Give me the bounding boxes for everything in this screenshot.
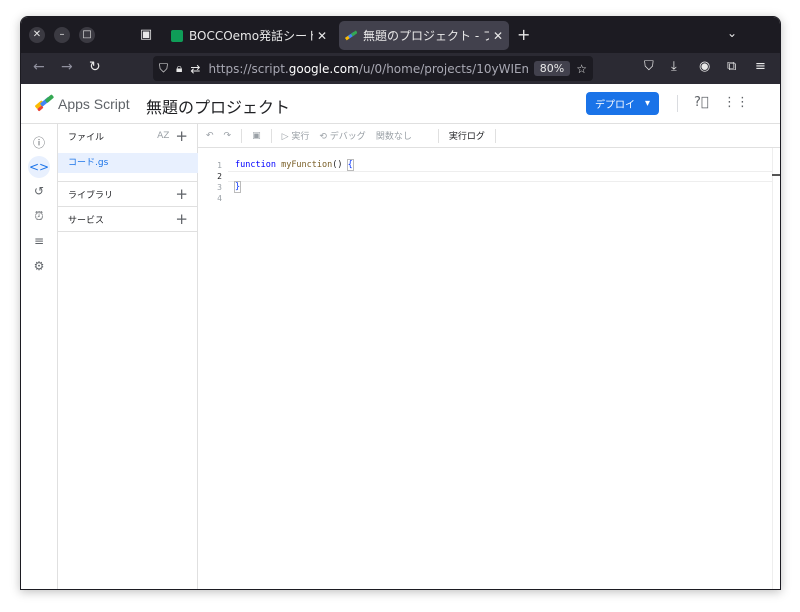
add-service-icon[interactable]: + xyxy=(175,210,188,228)
keyword-token: function xyxy=(235,160,276,170)
pocket-icon[interactable]: ⛉ xyxy=(644,59,654,74)
toolbar-divider xyxy=(270,128,272,143)
editor-scrollbar[interactable] xyxy=(772,148,780,589)
files-header: ファイル AZ + xyxy=(58,124,198,148)
add-file-icon[interactable]: + xyxy=(175,127,188,145)
sheets-favicon-icon xyxy=(171,29,183,42)
window-maximize-icon[interactable]: □ xyxy=(79,27,95,43)
back-icon[interactable]: ← xyxy=(33,59,45,75)
divider xyxy=(58,231,198,232)
debug-button[interactable]: ⟲ デバッグ xyxy=(319,129,365,142)
libraries-header: ライブラリ + xyxy=(58,182,198,206)
help-icon[interactable]: ?⃝ xyxy=(694,95,709,110)
tab-list-chevron-icon[interactable]: ⌄ xyxy=(727,26,737,40)
line-number: 1 xyxy=(217,161,222,170)
forward-icon[interactable]: → xyxy=(61,59,73,75)
download-icon[interactable]: ⤓ xyxy=(671,59,677,74)
execution-log-button[interactable]: 実行ログ xyxy=(449,129,485,142)
line-number: 2 xyxy=(217,172,222,181)
redo-icon[interactable]: ↷ xyxy=(224,131,232,141)
code-line-3: } xyxy=(233,181,353,193)
line-number-gutter: 1 2 3 4 xyxy=(198,160,222,204)
function-name-token: myFunction xyxy=(281,160,333,170)
services-header-label: サービス xyxy=(68,215,105,226)
project-title[interactable]: 無題のプロジェクト xyxy=(146,94,290,118)
deploy-label: デプロイ xyxy=(594,100,635,111)
libraries-header-label: ライブラリ xyxy=(68,190,114,201)
open-brace-token: { xyxy=(346,159,354,171)
app-header: Apps Script 無題のプロジェクト デプロイ ▾ ?⃝ ⋮⋮ xyxy=(21,84,780,124)
scrollbar-cursor-marker xyxy=(772,174,780,176)
sort-az-icon[interactable]: AZ xyxy=(157,131,169,141)
header-divider xyxy=(677,95,678,112)
tab-bar: ✕ – □ ▣ BOCCOemo発話シート - G ✕ 無題のプロジェクト - … xyxy=(21,17,780,53)
run-button[interactable]: ▷ 実行 xyxy=(282,129,310,142)
line-number: 4 xyxy=(217,194,222,203)
add-library-icon[interactable]: + xyxy=(175,185,188,203)
files-header-label: ファイル xyxy=(68,132,105,143)
code-icon[interactable]: <> xyxy=(28,156,50,178)
window-minimize-icon[interactable]: – xyxy=(54,27,70,43)
menu-icon[interactable]: ≡ xyxy=(755,59,766,74)
file-item-code-gs[interactable]: コード.gs xyxy=(58,153,198,173)
caret-down-icon: ▾ xyxy=(644,98,651,109)
shield-icon[interactable]: ⛉ xyxy=(159,61,168,76)
zoom-badge[interactable]: 80% xyxy=(533,61,571,76)
toolbar-divider xyxy=(241,128,243,143)
toolbar-divider xyxy=(494,128,496,143)
undo-icon[interactable]: ↶ xyxy=(206,131,214,141)
tab-close-icon[interactable]: ✕ xyxy=(493,29,503,43)
save-icon[interactable]: ▣ xyxy=(252,131,261,141)
left-rail: ⓘ <> ↺ ⏰︎ ≡ ⚙ xyxy=(21,124,58,589)
function-select[interactable]: 関数なし xyxy=(376,129,412,142)
tab-title: BOCCOemo発話シート - G xyxy=(189,29,313,43)
history-icon[interactable]: ↺ xyxy=(28,180,50,202)
bookmark-star-icon[interactable]: ☆ xyxy=(576,62,587,76)
code-text[interactable]: function myFunction() { } xyxy=(233,159,354,204)
nav-bar: ← → ↻ ⛉ 🔒︎ ⇄ https://script.google.com/u… xyxy=(21,53,780,84)
apps-grid-icon[interactable]: ⋮⋮ xyxy=(723,95,749,110)
browser-window: ✕ – □ ▣ BOCCOemo発話シート - G ✕ 無題のプロジェクト - … xyxy=(20,16,781,590)
code-editor[interactable]: 1 2 3 4 function myFunction() { } xyxy=(198,148,780,589)
apps-script-logo-icon[interactable] xyxy=(35,94,55,112)
tab-sheets[interactable]: BOCCOemo発話シート - G ✕ xyxy=(165,21,333,50)
reload-icon[interactable]: ↻ xyxy=(89,59,101,75)
window-close-icon[interactable]: ✕ xyxy=(29,27,45,43)
editor-toolbar: ↶ ↷ ▣ ▷ 実行 ⟲ デバッグ 関数なし 実行ログ xyxy=(198,124,780,148)
tab-title: 無題のプロジェクト - プロ xyxy=(363,29,489,43)
deploy-button[interactable]: デプロイ ▾ xyxy=(586,92,659,115)
close-brace-token: } xyxy=(233,181,242,193)
services-header: サービス + xyxy=(58,207,198,231)
run-list-icon[interactable]: ≡ xyxy=(28,230,50,252)
tab-close-icon[interactable]: ✕ xyxy=(317,29,327,43)
parens-token: () xyxy=(332,160,348,170)
apps-script-favicon-icon xyxy=(345,29,357,40)
brand-name[interactable]: Apps Script xyxy=(58,96,130,112)
permissions-icon[interactable]: ⇄ xyxy=(190,62,200,76)
tab-overview-icon[interactable]: ▣ xyxy=(137,26,155,44)
code-line-1: function myFunction() { xyxy=(235,159,354,171)
url-text[interactable]: https://script.google.com/u/0/home/proje… xyxy=(208,62,527,76)
toolbar-divider xyxy=(437,128,439,143)
lock-icon[interactable]: 🔒︎ xyxy=(176,61,182,76)
line-number: 3 xyxy=(217,183,222,192)
tab-apps-script[interactable]: 無題のプロジェクト - プロ ✕ xyxy=(339,21,509,50)
alarm-icon[interactable]: ⏰︎ xyxy=(28,205,50,227)
url-bar[interactable]: ⛉ 🔒︎ ⇄ https://script.google.com/u/0/hom… xyxy=(153,56,593,81)
info-icon[interactable]: ⓘ xyxy=(28,132,50,154)
extensions-icon[interactable]: ⧉ xyxy=(727,59,736,74)
settings-icon[interactable]: ⚙ xyxy=(28,255,50,277)
new-tab-icon[interactable]: + xyxy=(517,25,530,44)
files-panel: ファイル AZ + コード.gs ライブラリ + サービス + xyxy=(58,124,198,589)
account-icon[interactable]: ◉ xyxy=(699,59,710,74)
